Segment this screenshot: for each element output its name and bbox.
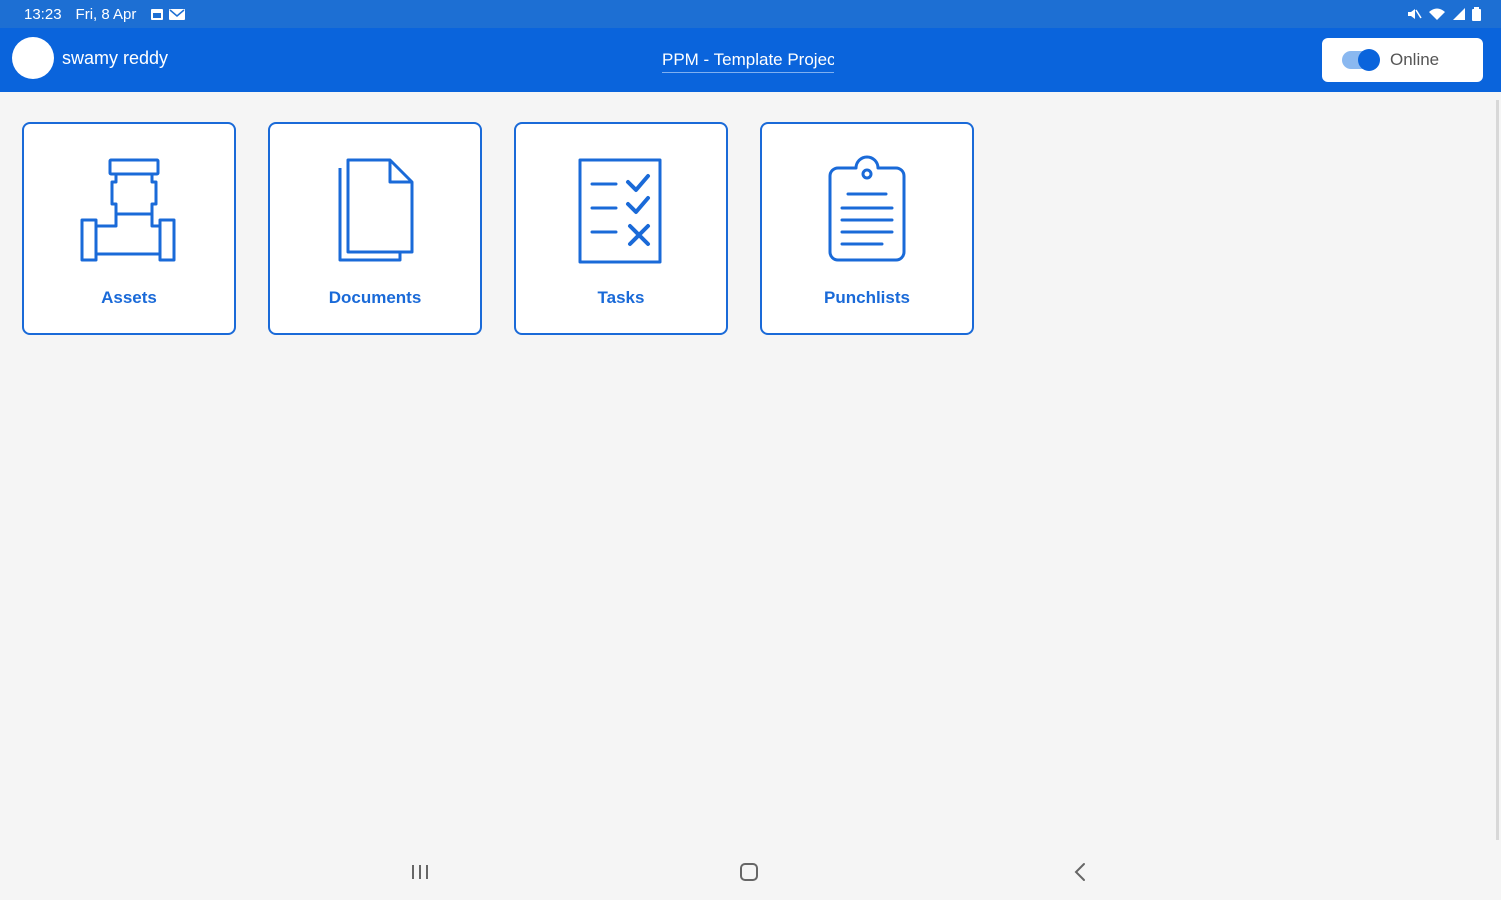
home-button[interactable] — [737, 860, 761, 884]
online-switch[interactable] — [1342, 49, 1380, 71]
notification-icons — [150, 7, 186, 21]
checklist-icon — [566, 154, 676, 264]
pipe-valve-icon — [74, 154, 184, 264]
documents-icon — [320, 154, 430, 264]
project-title[interactable]: PPM - Template Project — [662, 50, 834, 73]
status-right — [1406, 0, 1481, 28]
mail-icon — [168, 7, 186, 21]
tile-label: Assets — [101, 288, 157, 307]
tile-label: Punchlists — [824, 288, 910, 307]
status-left: 13:23 Fri, 8 Apr — [24, 0, 186, 28]
status-time: 13:23 — [24, 5, 62, 23]
signal-icon — [1452, 7, 1466, 21]
clipboard-icon — [812, 154, 922, 264]
tile-assets[interactable]: Assets — [22, 122, 236, 335]
app-bar: swamy reddy PPM - Template Project Onlin… — [0, 28, 1501, 92]
switch-knob — [1358, 49, 1380, 71]
user-name[interactable]: swamy reddy — [62, 48, 168, 69]
battery-icon — [1472, 7, 1481, 21]
online-label: Online — [1390, 50, 1440, 69]
calendar-icon — [150, 7, 164, 21]
online-toggle[interactable]: Online — [1322, 38, 1483, 82]
tile-documents[interactable]: Documents — [268, 122, 482, 335]
tile-label: Documents — [328, 288, 422, 307]
avatar[interactable] — [12, 37, 54, 79]
tile-label: Tasks — [597, 288, 645, 307]
recent-apps-button[interactable] — [408, 860, 432, 884]
mute-icon — [1406, 7, 1422, 21]
tile-tasks[interactable]: Tasks — [514, 122, 728, 335]
main-content: Assets Documents Tasks Punchlists — [0, 92, 1501, 840]
tile-punchlists[interactable]: Punchlists — [760, 122, 974, 335]
status-bar: 13:23 Fri, 8 Apr — [0, 0, 1501, 28]
status-date: Fri, 8 Apr — [75, 5, 137, 23]
nav-bar — [0, 840, 1501, 900]
back-button[interactable] — [1068, 860, 1092, 884]
scrollbar[interactable] — [1496, 100, 1499, 840]
wifi-icon — [1428, 7, 1446, 21]
